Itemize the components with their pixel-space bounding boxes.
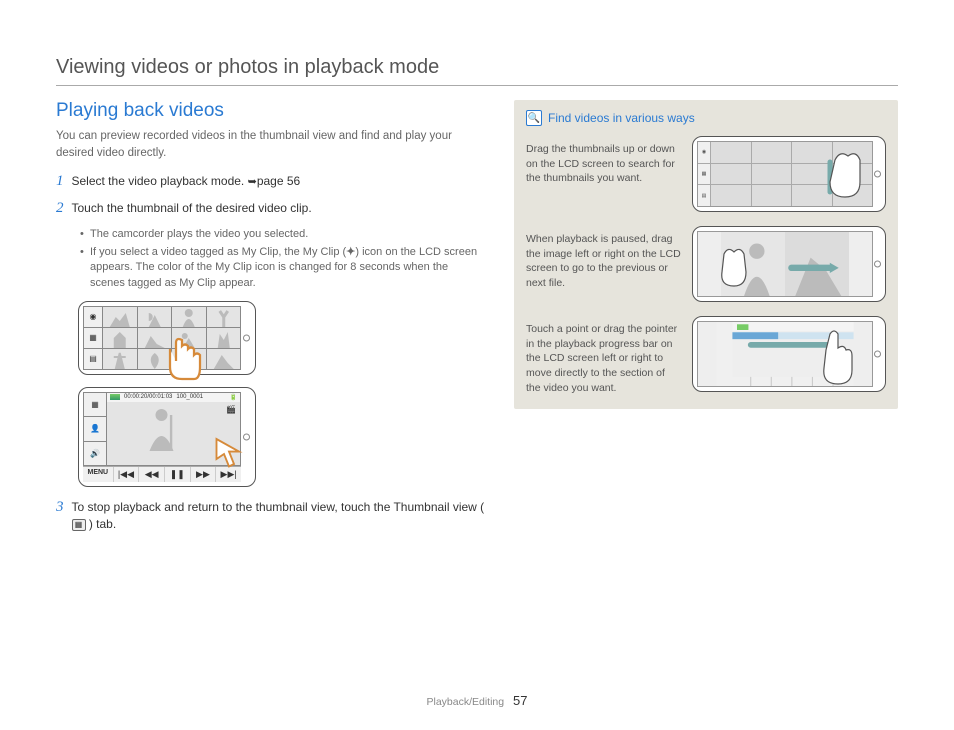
step-number: 2 <box>56 198 64 219</box>
step-1: 1 Select the video playback mode. ➥page … <box>56 173 486 192</box>
side-icon-volume: 🔊 <box>84 442 106 465</box>
page-title: Viewing videos or photos in playback mod… <box>56 56 898 86</box>
tip-panel: 🔍 Find videos in various ways Drag the t… <box>514 100 898 409</box>
page-footer: Playback/Editing 57 <box>0 693 954 708</box>
side-icon-photo: ▦ <box>84 328 102 348</box>
step-1-text-a: Select the video playback mode. <box>72 174 248 188</box>
magnifier-icon: 🔍 <box>526 110 542 126</box>
step-2: 2 Touch the thumbnail of the desired vid… <box>56 200 486 219</box>
thumbnail-view-icon: ▦ <box>72 519 86 531</box>
tip-1-text: Drag the thumbnails up or down on the LC… <box>526 136 682 186</box>
menu-button: MENU <box>83 467 114 482</box>
record-badge-icon: 🎬 <box>226 405 236 414</box>
footer-section: Playback/Editing <box>426 696 504 708</box>
step-2-bullets: The camcorder plays the video you select… <box>80 227 486 291</box>
bullet-2: If you select a video tagged as My Clip,… <box>80 245 486 291</box>
side-icon-film: ▤ <box>84 349 102 369</box>
step-3-text-b: ) tab. <box>89 517 116 531</box>
side-icon-person: 👤 <box>84 417 106 440</box>
tip-2-text: When playback is paused, drag the image … <box>526 226 682 291</box>
playback-device-illustration: ▦ 00:00:20/00:01:03 100_0001 🔋 <box>78 387 256 487</box>
step-3-text-a: To stop playback and return to the thumb… <box>72 500 485 514</box>
playback-controls: MENU |◀◀ ◀◀ ❚❚ ▶▶ ▶▶| <box>83 466 241 482</box>
tip-1-device: ◉ ▦ ▤ <box>692 136 886 212</box>
next-button: ▶▶| <box>216 467 241 482</box>
step-3: 3 To stop playback and return to the thu… <box>56 499 486 533</box>
step-1-text-b: page 56 <box>257 174 300 188</box>
right-column: 🔍 Find videos in various ways Drag the t… <box>514 100 898 541</box>
intro-text: You can preview recorded videos in the t… <box>56 128 486 161</box>
tip-3-device <box>692 316 886 392</box>
step-number: 3 <box>56 497 64 533</box>
bullet-1: The camcorder plays the video you select… <box>80 227 486 242</box>
tip-2-device <box>692 226 886 302</box>
side-icon-camera: ◉ <box>84 307 102 327</box>
section-heading: Playing back videos <box>56 100 486 122</box>
pause-button: ❚❚ <box>165 467 191 482</box>
playback-time: 00:00:20/00:01:03 <box>124 394 172 401</box>
step-number: 1 <box>56 171 64 192</box>
page-ref-arrow-icon: ➥ <box>248 175 257 190</box>
tip-3-text: Touch a point or drag the pointer in the… <box>526 316 682 395</box>
prev-button: |◀◀ <box>114 467 140 482</box>
hand-swipe-horizontal-icon <box>704 242 764 297</box>
step-2-text: Touch the thumbnail of the desired video… <box>72 200 312 219</box>
hand-swipe-vertical-icon <box>800 142 870 207</box>
page-number: 57 <box>513 693 527 708</box>
playback-file: 100_0001 <box>176 394 203 401</box>
left-column: Playing back videos You can preview reco… <box>56 100 486 541</box>
myclip-icon: ✦ <box>346 246 355 258</box>
thumbnail-device-illustration: ◉ ▦ ▤ <box>78 301 256 375</box>
side-icon-grid: ▦ <box>84 393 106 416</box>
hand-point-icon <box>806 328 862 387</box>
tip-title: Find videos in various ways <box>548 111 695 125</box>
rewind-button: ◀◀ <box>139 467 165 482</box>
forward-button: ▶▶ <box>191 467 217 482</box>
